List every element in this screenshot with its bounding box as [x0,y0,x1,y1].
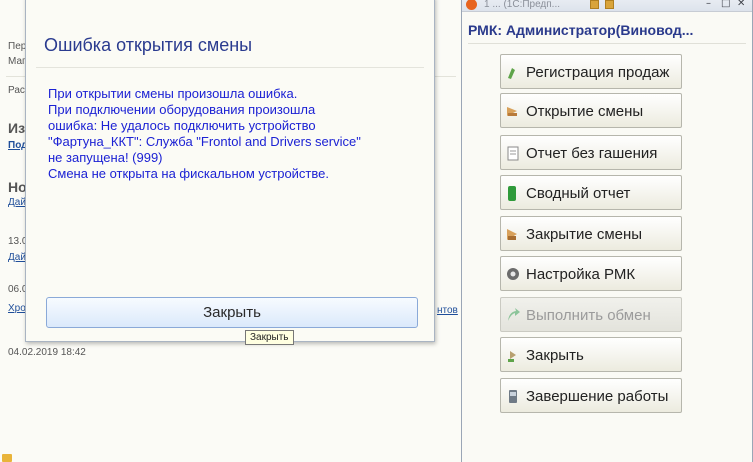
message-line: Смена не открыта на фискальном устройств… [48,166,329,181]
close-shift-icon [507,229,517,240]
bg-section-heading: Но [8,179,27,195]
dialog-divider [36,67,424,68]
panel-titlebar: 1 ... (1С:Предп... – □ ✕ [462,0,752,12]
message-line: ошибка: Не удалось подключить устройство [48,118,316,133]
shutdown-button[interactable]: Завершение работы [500,378,682,413]
bg-link[interactable]: нтов [437,305,458,316]
button-label: Выполнить обмен [526,307,651,324]
maximize-icon[interactable]: □ [721,0,730,9]
settings-gear-icon [507,268,519,280]
close-tooltip: Закрыть [245,330,294,345]
exchange-button[interactable]: Выполнить обмен [500,297,682,332]
button-label: Закрытие смены [526,226,643,243]
bg-link[interactable]: Дай [8,252,26,263]
panel-divider [468,43,746,44]
rmk-panel: 1 ... (1С:Предп... – □ ✕ РМК: Администра… [461,0,753,462]
close-icon[interactable]: ✕ [737,0,745,9]
button-label: Регистрация продаж [526,64,670,81]
message-line: не запущена! (999) [48,150,163,165]
message-line: При подключении оборудования произошла [48,102,316,117]
report-icon [507,146,519,161]
open-shift-icon [507,107,517,116]
cart-icon [508,68,515,79]
titlebar-text: 1 ... (1С:Предп... [484,0,561,10]
toolbar-icon[interactable] [590,0,599,9]
dialog-title: Ошибка открытия смены [44,35,253,55]
error-dialog: Ошибка открытия смены При открытии смены… [25,0,435,342]
panel-title: РМК: Администратор(Виновод... [468,22,694,38]
button-label: Сводный отчет [526,185,631,202]
button-label: Открытие смены [526,103,644,120]
button-label: Настройка РМК [526,266,636,283]
close-door-icon [508,351,516,362]
message-line: "Фартуна_ККТ": Служба "Frontol and Drive… [48,134,361,149]
dialog-close-button[interactable]: Закрыть [46,297,418,328]
close-shift-button[interactable]: Закрытие смены [500,216,682,251]
rmk-settings-button[interactable]: Настройка РМК [500,256,682,291]
registration-sales-button[interactable]: Регистрация продаж [500,54,682,89]
summary-report-button[interactable]: Сводный отчет [500,175,682,210]
report-no-reset-button[interactable]: Отчет без гашения [500,135,682,170]
bg-datetime: 04.02.2019 18:42 [8,347,86,358]
app-logo-icon [466,0,477,10]
toolbar-icon[interactable] [605,0,614,9]
dialog-message: При открытии смены произошла ошибка. При… [48,86,428,182]
exchange-arrow-icon [508,308,520,321]
button-label: Завершение работы [526,388,669,405]
button-label: Закрыть [526,347,584,364]
button-label: Отчет без гашения [526,145,658,162]
minimize-icon[interactable]: – [706,0,711,9]
close-button[interactable]: Закрыть [500,337,682,372]
message-line: При открытии смены произошла ошибка. [48,86,298,101]
folder-icon [2,454,12,462]
summary-report-icon [508,186,516,201]
bg-link[interactable]: Дай [8,197,26,208]
shutdown-icon [509,390,517,403]
open-shift-button[interactable]: Открытие смены [500,93,682,128]
